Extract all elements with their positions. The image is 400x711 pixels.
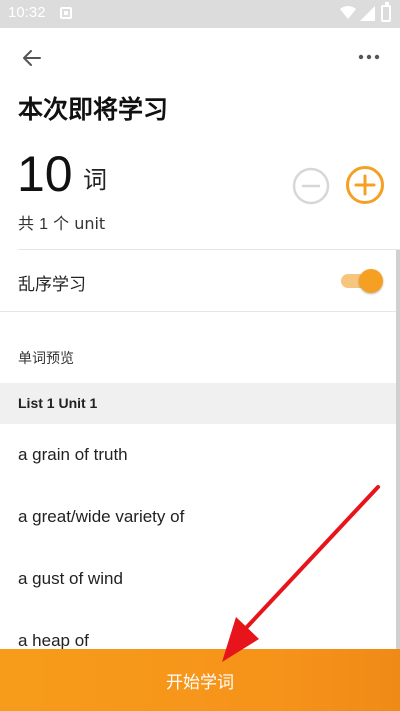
wifi-icon [340, 6, 356, 19]
shuffle-toggle[interactable] [341, 269, 383, 293]
shuffle-label: 乱序学习 [18, 275, 86, 295]
total-number: 1 [39, 216, 49, 233]
notification-icon [60, 7, 72, 19]
arrow-left-icon[interactable] [20, 46, 44, 70]
preview-label: 单词预览 [18, 351, 74, 367]
list-title: List 1 Unit 1 [18, 395, 98, 411]
word-item[interactable]: a great/wide variety of [18, 507, 184, 527]
scrollbar[interactable] [396, 250, 400, 650]
word-item[interactable]: a gust of wind [18, 569, 123, 589]
start-learning-button[interactable]: 开始学词 [0, 649, 400, 711]
word-count-value: 10 [17, 146, 73, 202]
total-units: 共 1 个 unit [18, 210, 105, 234]
total-prefix: 共 [18, 214, 35, 233]
start-learning-label: 开始学词 [166, 673, 234, 693]
status-time: 10:32 [8, 4, 46, 21]
divider [18, 249, 400, 250]
decrease-button[interactable] [292, 167, 330, 205]
divider [0, 311, 396, 312]
word-item[interactable]: a heap of [18, 631, 89, 651]
signal-icon [360, 6, 375, 21]
toggle-knob [359, 269, 383, 293]
word-item[interactable]: a grain of truth [18, 445, 128, 465]
word-count-unit: 词 [83, 166, 107, 194]
increase-button[interactable] [345, 165, 385, 205]
page-title: 本次即将学习 [18, 95, 169, 124]
battery-icon [381, 2, 391, 22]
list-header: List 1 Unit 1 [0, 383, 400, 424]
more-horizontal-icon[interactable] [357, 47, 381, 67]
total-suffix: 个 unit [53, 214, 106, 233]
status-bar: 10:32 [0, 0, 400, 28]
